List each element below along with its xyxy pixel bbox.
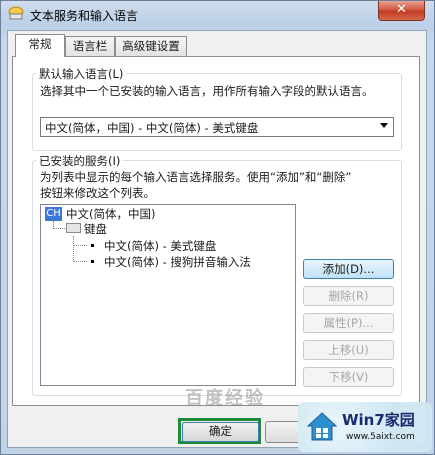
move-up-button-label: 上移(U) bbox=[328, 343, 369, 357]
add-button-label: 添加(D)... bbox=[322, 262, 375, 276]
installed-services-description-1: 为列表中显示的每个输入语言选择服务。使用“添加”和“删除” bbox=[40, 170, 352, 184]
remove-button[interactable]: 删除(R) bbox=[303, 286, 394, 306]
add-button[interactable]: 添加(D)... bbox=[303, 259, 394, 279]
tree-connector bbox=[73, 245, 87, 246]
tree-item-service[interactable]: 中文(简体) - 美式键盘 bbox=[104, 238, 216, 254]
watermark-overlay-text: 百度经验 bbox=[185, 388, 265, 409]
bullet-icon bbox=[91, 244, 94, 247]
remove-button-label: 删除(R) bbox=[328, 289, 369, 303]
properties-button[interactable]: 属性(P)... bbox=[303, 313, 394, 333]
installed-services-group-label: 已安装的服务(I) bbox=[36, 153, 124, 169]
tree-item-language[interactable]: 中文(简体，中国) bbox=[66, 206, 155, 222]
tree-connector bbox=[73, 236, 74, 262]
keyboard-icon bbox=[66, 223, 81, 233]
tab-language-bar[interactable]: 语言栏 bbox=[65, 36, 115, 56]
move-down-button[interactable]: 下移(V) bbox=[303, 367, 394, 387]
chevron-down-icon bbox=[380, 123, 388, 128]
tree-connector bbox=[53, 228, 65, 229]
tab-general-label: 常规 bbox=[28, 37, 52, 51]
watermark-url: www.5aixt.com bbox=[346, 432, 415, 442]
default-language-description: 选择其中一个已安装的输入语言，用作所有输入字段的默认语言。 bbox=[40, 84, 374, 98]
tree-item-service[interactable]: 中文(简体) - 搜狗拼音输入法 bbox=[104, 254, 251, 270]
watermark-brand: Win7家园 bbox=[342, 411, 415, 429]
ok-button[interactable]: 确定 bbox=[182, 422, 259, 442]
tree-connector bbox=[73, 261, 87, 262]
default-language-dropdown[interactable]: 中文(简体，中国) - 中文(简体) - 美式键盘 bbox=[40, 117, 394, 137]
installed-services-description-2: 按钮来修改这个列表。 bbox=[40, 186, 155, 200]
keyboard-globe-icon bbox=[8, 6, 24, 20]
default-language-selected: 中文(简体，中国) - 中文(简体) - 美式键盘 bbox=[45, 121, 259, 135]
title-bar[interactable]: 文本服务和输入语言 ✕ bbox=[1, 1, 434, 27]
move-up-button[interactable]: 上移(U) bbox=[303, 340, 394, 360]
ok-button-label: 确定 bbox=[209, 424, 232, 438]
language-badge: CH bbox=[45, 207, 62, 221]
tab-advanced-key-settings-label: 高级键设置 bbox=[122, 39, 180, 53]
ok-button-highlight: 确定 bbox=[178, 418, 261, 444]
tab-language-bar-label: 语言栏 bbox=[72, 39, 108, 53]
house-icon bbox=[306, 412, 338, 441]
window-title: 文本服务和输入语言 bbox=[30, 9, 139, 23]
tree-item-category-keyboard[interactable]: 键盘 bbox=[84, 221, 107, 237]
bullet-icon bbox=[91, 260, 94, 263]
close-button[interactable]: ✕ bbox=[378, 1, 425, 21]
move-down-button-label: 下移(V) bbox=[328, 370, 369, 384]
default-language-group-label: 默认输入语言(L) bbox=[36, 66, 127, 82]
watermark-logo: Win7家园 www.5aixt.com bbox=[298, 402, 432, 452]
tab-advanced-key-settings[interactable]: 高级键设置 bbox=[115, 36, 187, 56]
close-icon: ✕ bbox=[396, 2, 407, 17]
tab-general[interactable]: 常规 bbox=[15, 34, 65, 57]
properties-button-label: 属性(P)... bbox=[323, 316, 374, 330]
